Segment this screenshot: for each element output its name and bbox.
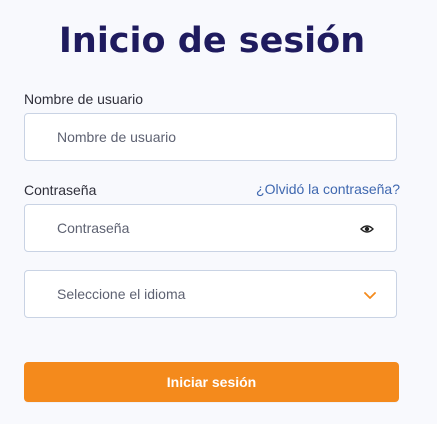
language-select-value: Seleccione el idioma <box>57 286 186 302</box>
username-input[interactable] <box>57 114 357 160</box>
password-input[interactable] <box>57 205 357 251</box>
eye-icon[interactable] <box>360 223 374 235</box>
login-button[interactable]: Iniciar sesión <box>24 362 399 402</box>
password-field-container[interactable] <box>24 204 397 252</box>
password-label: Contraseña <box>24 182 97 198</box>
language-select[interactable]: Seleccione el idioma <box>24 270 397 318</box>
forgot-password-link[interactable]: ¿Olvidó la contraseña? <box>256 180 400 198</box>
chevron-down-icon <box>364 292 376 299</box>
username-label: Nombre de usuario <box>24 91 144 107</box>
username-field-container[interactable] <box>24 113 397 161</box>
page-title: Inicio de sesión <box>58 21 366 61</box>
